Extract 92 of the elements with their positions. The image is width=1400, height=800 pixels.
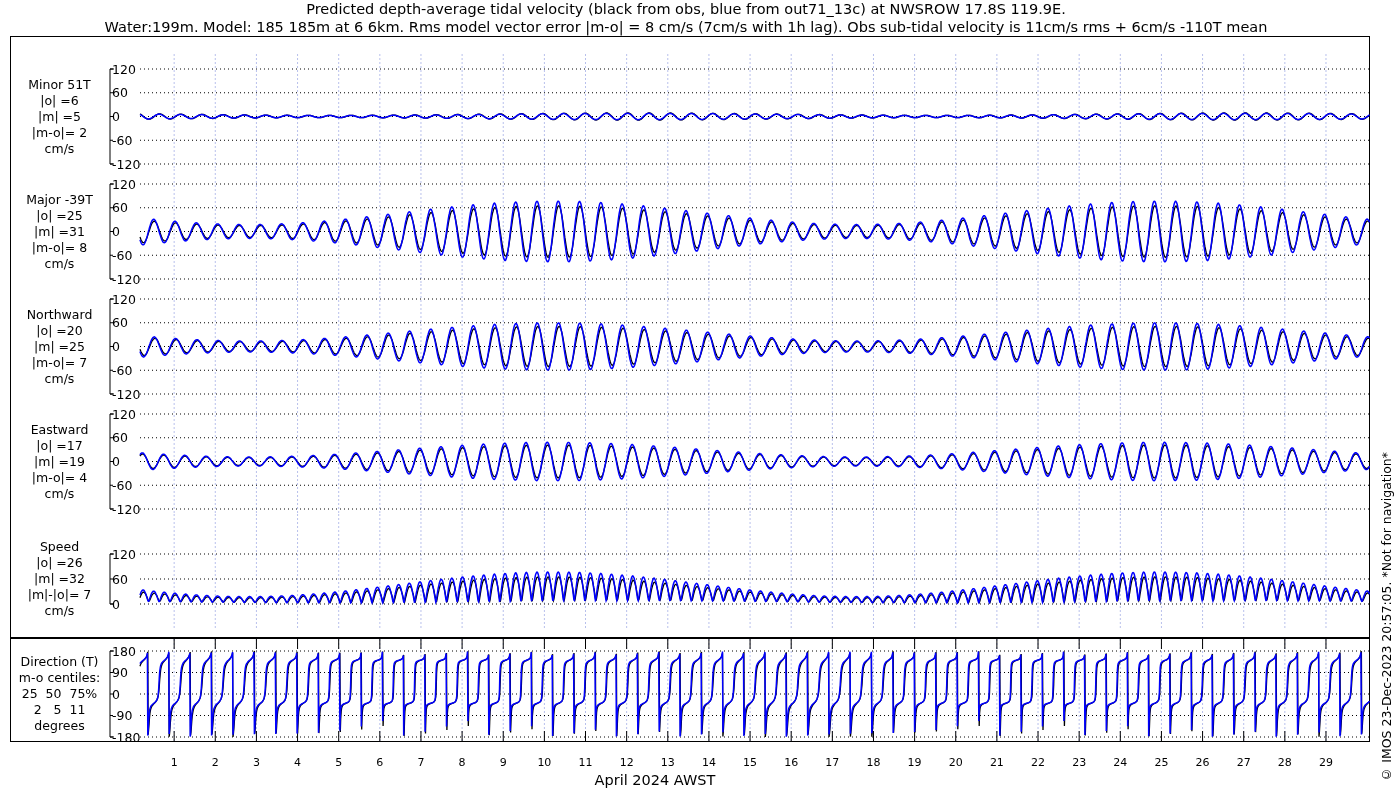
tick-label: 16 [784, 756, 799, 769]
tick-label: 0 [112, 454, 120, 469]
tick-label: 25 [1154, 756, 1169, 769]
tick-label: 13 [660, 756, 675, 769]
tick-label: 21 [989, 756, 1004, 769]
tick-label: 10 [537, 756, 552, 769]
tick-label: -120 [112, 271, 141, 284]
tick-label: 14 [701, 756, 716, 769]
tick-label: 0 [112, 686, 120, 702]
tick-label: 3 [252, 756, 260, 769]
tick-label: 60 [112, 200, 128, 216]
panel-label: |o| =25 [36, 207, 83, 224]
panel-label: |m-o|= 7 [31, 354, 88, 371]
panel-label: Northward [26, 306, 93, 323]
tick-label: 0 [112, 224, 120, 239]
tick-label: 9 [499, 756, 507, 769]
panel-label: Major -39T [26, 191, 93, 208]
tick-label: -90 [112, 708, 133, 723]
panel-label: cm/s [44, 370, 75, 387]
tick-label: -120 [112, 501, 141, 514]
tick-label: 60 [112, 315, 128, 331]
tick-label: 0 [112, 339, 120, 354]
tick-label: 20 [948, 756, 963, 769]
tick-label: 23 [1072, 756, 1087, 769]
panel-label: Minor 51T [28, 76, 91, 93]
tick-label: 15 [743, 756, 758, 769]
tick-label: -60 [112, 132, 133, 148]
panel-label: |m-o|= 2 [31, 124, 88, 141]
tick-label: 120 [112, 291, 136, 307]
panel-label: |o| =17 [36, 437, 83, 454]
tick-label: 90 [112, 665, 128, 680]
panel-label: Eastward [30, 421, 89, 438]
tick-label: 60 [112, 571, 128, 587]
panel-label: |m| =19 [34, 453, 85, 470]
panel-label: |m-o|= 4 [31, 469, 88, 486]
tick-label: 7 [417, 756, 425, 769]
panel-label: 25 50 75% [21, 686, 98, 702]
tick-label: -60 [112, 362, 133, 378]
tick-label: 24 [1113, 756, 1128, 769]
tick-label: 120 [112, 176, 136, 192]
tick-label: -180 [112, 729, 141, 741]
y-axis [109, 553, 115, 605]
tick-label: 120 [112, 61, 136, 77]
panel-label: m-o centiles: [18, 670, 101, 686]
tick-label: 22 [1031, 756, 1045, 769]
tick-label: 19 [907, 756, 922, 769]
panel-label: cm/s [44, 485, 75, 502]
tick-label: 27 [1236, 756, 1251, 769]
tick-label: -60 [112, 247, 133, 263]
tick-label: 12 [619, 756, 634, 769]
tick-label: 180 [112, 643, 136, 659]
tick-label: 17 [825, 756, 840, 769]
panel-label: |m|-|o|= 7 [27, 587, 92, 603]
tick-label: 5 [335, 756, 343, 769]
panel-label: cm/s [44, 603, 75, 619]
panel-label: |o| =6 [40, 92, 79, 109]
tick-label: 60 [112, 430, 128, 446]
tick-label: 4 [294, 756, 302, 769]
panel-label: |m| =31 [34, 223, 85, 240]
tick-label: 2 [211, 756, 219, 769]
panel-label: Direction (T) [20, 654, 99, 670]
tick-label: 8 [458, 756, 466, 769]
panel-label: |m| =5 [38, 108, 81, 125]
panel-label: |m| =25 [34, 338, 85, 355]
tick-label: 60 [112, 85, 128, 101]
tick-label: 6 [376, 756, 384, 769]
panel-label: degrees [34, 718, 85, 734]
copyright-note: © IMOS 23-Dec-2023 20:57:05. *Not for navigation* [1378, 452, 1394, 782]
panel-label: |o| =20 [36, 322, 83, 339]
tick-label: 26 [1195, 756, 1210, 769]
tick-label: -120 [112, 386, 141, 399]
panel-label: cm/s [44, 140, 75, 157]
tick-label: 0 [112, 596, 120, 612]
tick-label: 120 [112, 406, 136, 422]
tick-label: 0 [112, 109, 120, 124]
tick-label: 18 [866, 756, 881, 769]
chart-title: Predicted depth-average tidal velocity (black from obs, blue from out71_13c) at NWSROW 17.8S 119.9E. [306, 0, 1066, 18]
tick-label: 29 [1319, 756, 1333, 769]
panel-label: 2 5 11 [33, 702, 86, 718]
panel-label: |o| =26 [36, 555, 83, 571]
panel-label: |m| =32 [34, 571, 85, 587]
tick-label: 1 [170, 756, 178, 769]
chart-title: Water:199m. Model: 185 185m at 6 6km. Rms model vector error |m-o| = 8 cm/s (7cm/s with 1h lag). Obs sub-tidal velocity is 11cm/s rms + 6cm/s -110T mean [104, 18, 1268, 36]
tick-label: 28 [1277, 756, 1292, 769]
tick-label: 120 [112, 546, 136, 562]
tick-label: -120 [112, 156, 141, 169]
tick-label: -60 [112, 477, 133, 493]
axis-title: April 2024 AWST [594, 772, 716, 788]
panel-label: |m-o|= 8 [31, 239, 88, 256]
panel-label: cm/s [44, 255, 75, 272]
panel-label: Speed [39, 539, 80, 555]
tick-label: 11 [578, 756, 593, 769]
